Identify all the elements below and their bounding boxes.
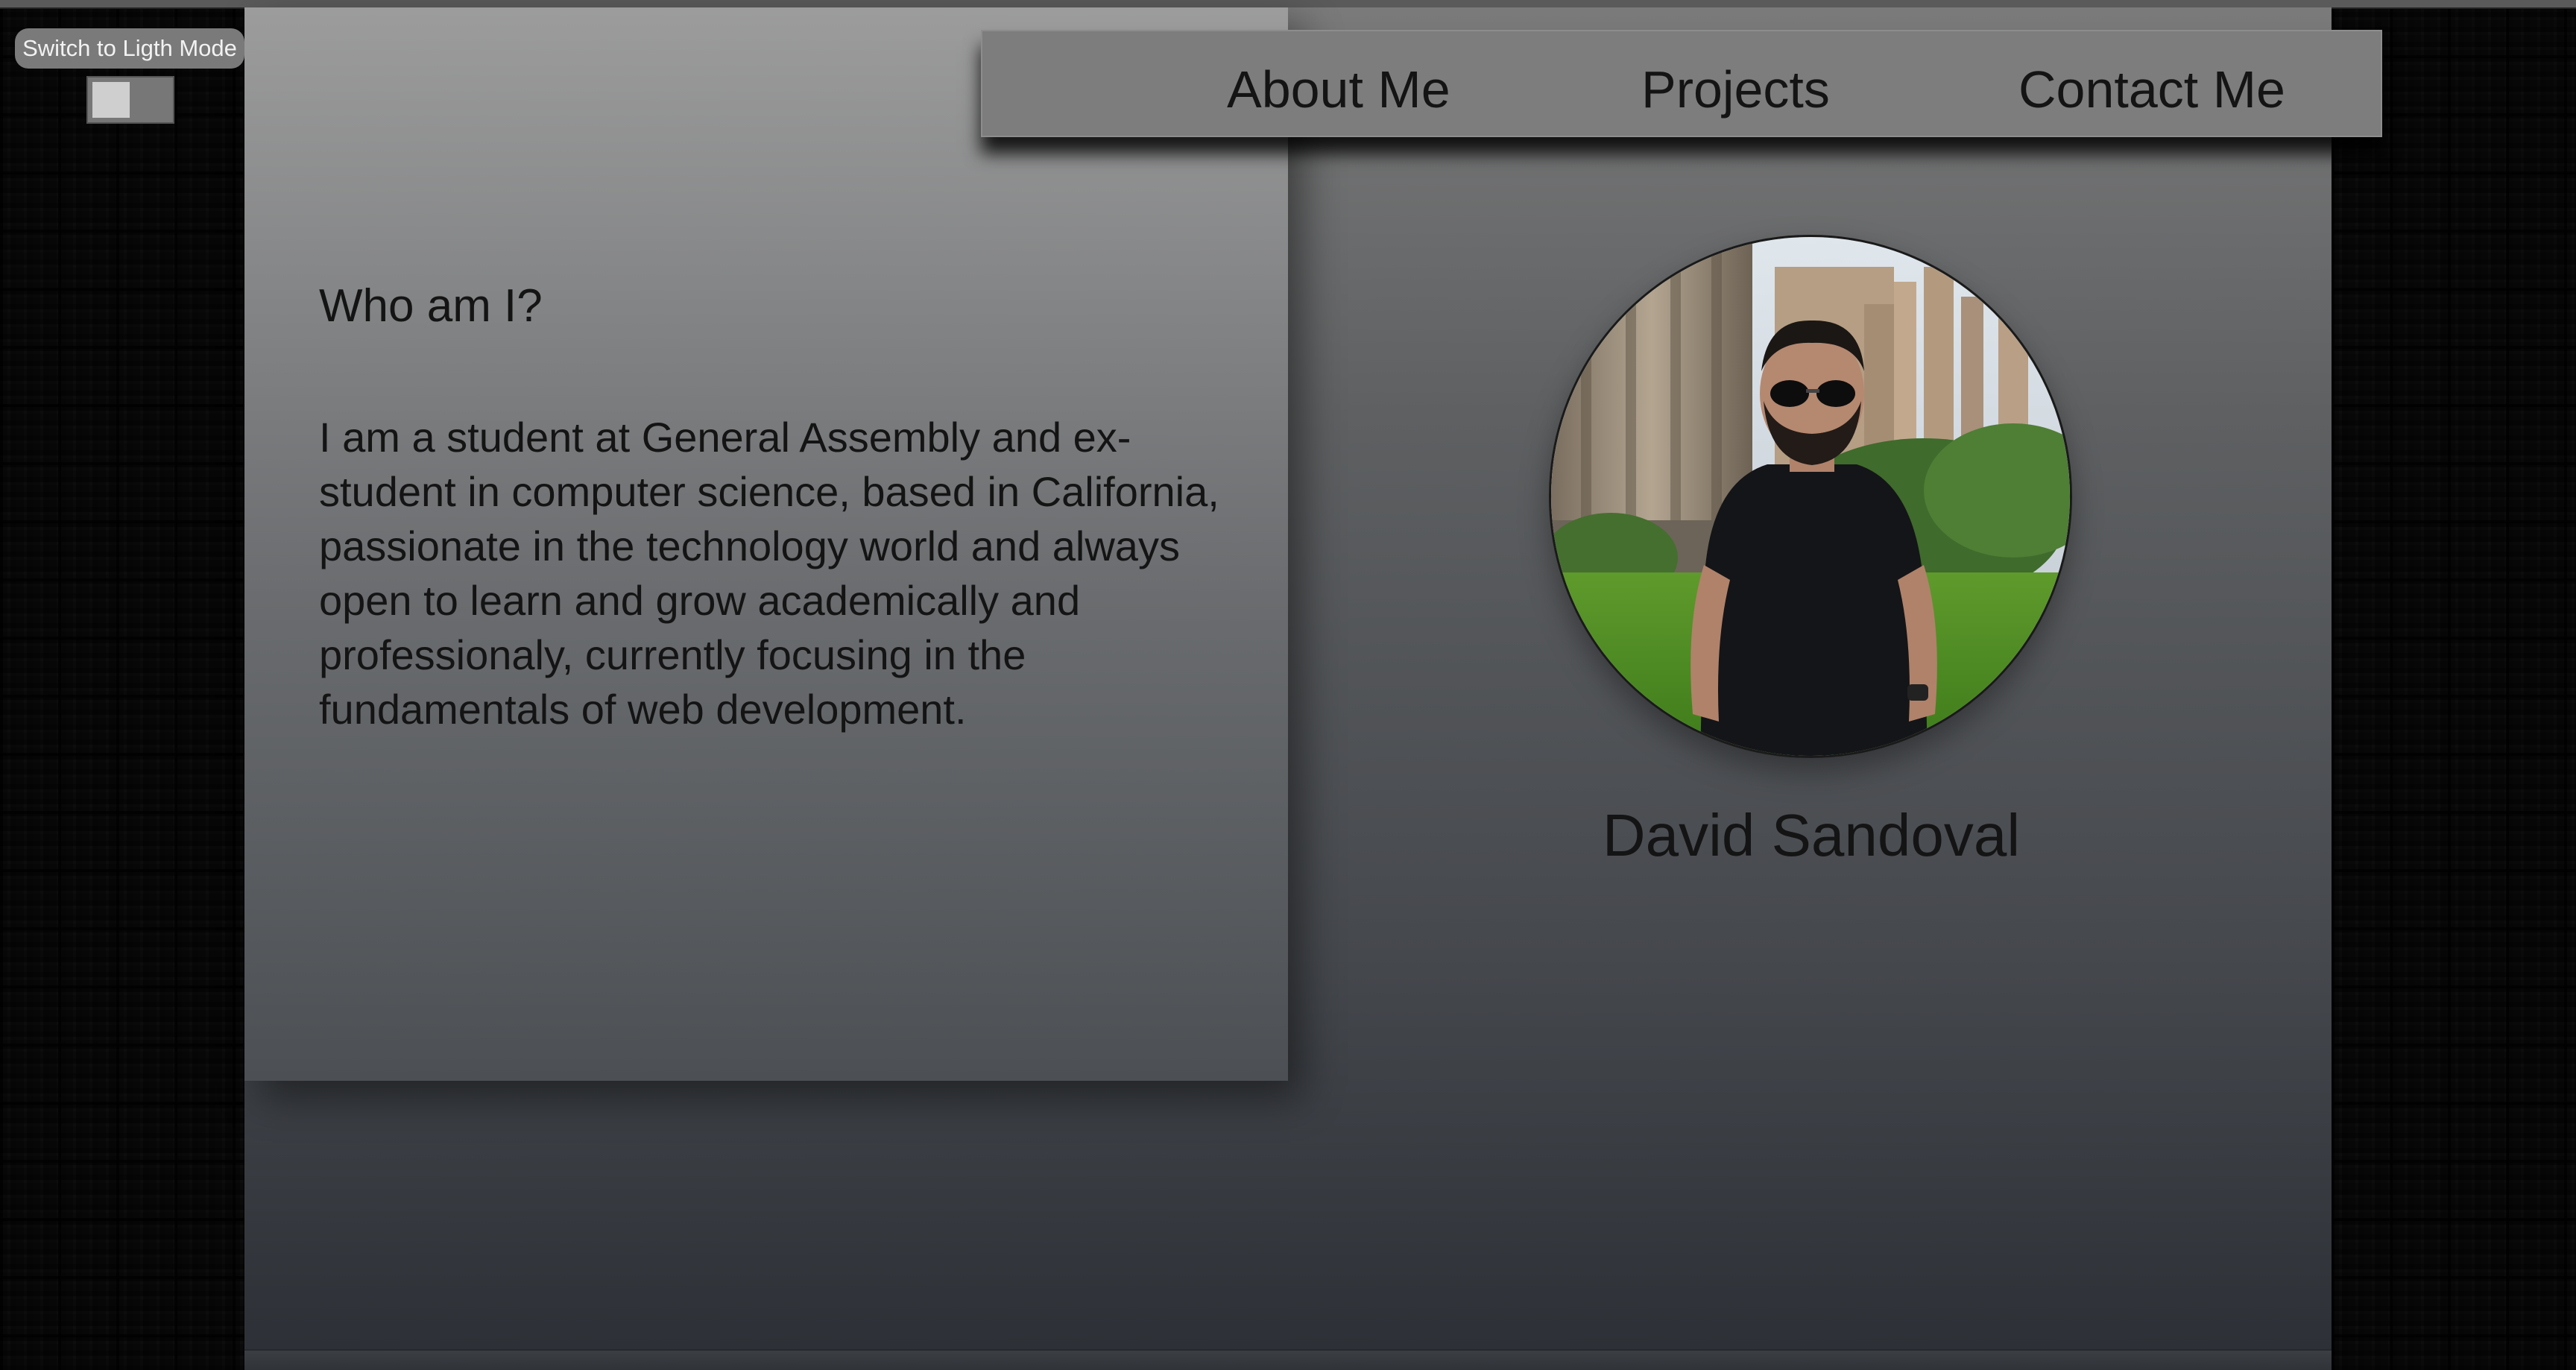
nav-link-contact-me[interactable]: Contact Me — [2018, 60, 2285, 119]
navbar: About Me Projects Contact Me — [981, 30, 2382, 137]
profile-photo — [1549, 235, 2072, 758]
profile-photo-image — [1551, 237, 2070, 756]
nav-link-about-me[interactable]: About Me — [1227, 60, 1450, 119]
nav-link-projects[interactable]: Projects — [1641, 60, 1830, 119]
toggle-knob — [92, 82, 130, 118]
bottom-strip — [244, 1349, 2332, 1370]
about-text: I am a student at General Assembly and e… — [319, 414, 1219, 733]
profile-name: David Sandoval — [1602, 802, 2021, 868]
about-card: Who am I? I am a student at General Asse… — [244, 7, 1288, 1081]
about-title: Who am I? — [319, 280, 543, 332]
background-pattern-left — [0, 0, 244, 1370]
theme-toggle-label: Switch to Ligth Mode — [15, 28, 244, 69]
background-pattern-right — [2332, 0, 2576, 1370]
theme-toggle-switch[interactable] — [86, 76, 174, 124]
